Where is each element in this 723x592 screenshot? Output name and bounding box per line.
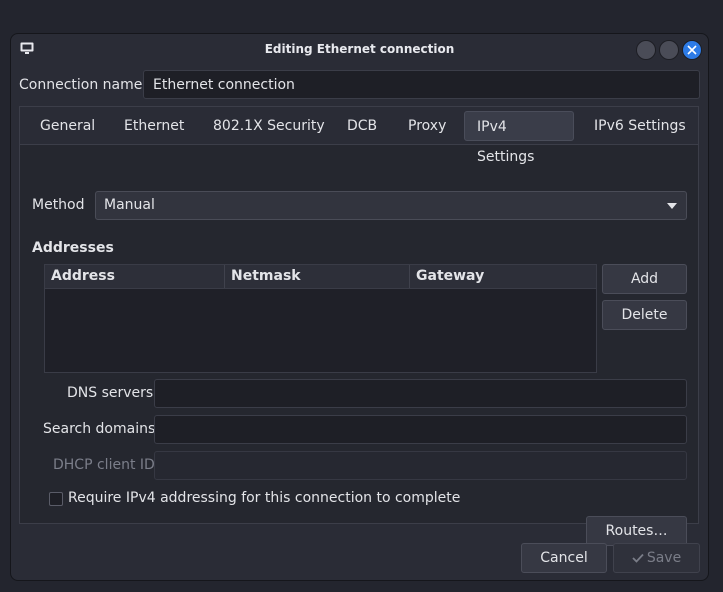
method-dropdown[interactable]: Manual: [95, 191, 687, 220]
minimize-button[interactable]: [636, 40, 656, 60]
dns-servers-label: DNS servers: [67, 385, 154, 401]
add-button[interactable]: Add: [602, 264, 687, 294]
tab-dcb[interactable]: DCB: [335, 111, 389, 141]
dialog-window: Editing Ethernet connection Connection n…: [10, 33, 709, 581]
tab-bar: General Ethernet 802.1X Security DCB Pro…: [20, 107, 698, 165]
search-domains-label: Search domains: [43, 421, 156, 437]
close-icon: [687, 45, 697, 55]
method-value: Manual: [104, 197, 155, 213]
delete-button[interactable]: Delete: [602, 300, 687, 330]
tab-panel: General Ethernet 802.1X Security DCB Pro…: [19, 106, 699, 546]
search-domains-input[interactable]: [154, 415, 687, 444]
tab-ipv6-settings[interactable]: IPv6 Settings: [582, 111, 698, 141]
dhcp-client-id-input: [154, 451, 687, 480]
table-header: Address Netmask Gateway: [45, 265, 596, 289]
save-button: Save: [613, 543, 700, 573]
column-header-address[interactable]: Address: [45, 265, 225, 288]
routes-button[interactable]: Routes…: [586, 516, 687, 546]
column-header-netmask[interactable]: Netmask: [225, 265, 410, 288]
connection-name-input[interactable]: [143, 70, 700, 99]
column-header-gateway[interactable]: Gateway: [410, 265, 596, 288]
tab-ethernet[interactable]: Ethernet: [112, 111, 196, 141]
cancel-button[interactable]: Cancel: [521, 543, 607, 573]
close-button[interactable]: [682, 40, 702, 60]
tab-general[interactable]: General: [28, 111, 107, 141]
method-label: Method: [32, 197, 85, 213]
require-ipv4-label[interactable]: Require IPv4 addressing for this connect…: [68, 490, 460, 506]
tab-ipv4-settings[interactable]: IPv4 Settings: [464, 111, 574, 165]
dhcp-client-id-label: DHCP client ID: [53, 457, 155, 473]
dns-servers-input[interactable]: [154, 379, 687, 408]
checkmark-icon: [632, 553, 644, 563]
tab-proxy[interactable]: Proxy: [396, 111, 458, 141]
save-label: Save: [646, 550, 682, 566]
title-bar: Editing Ethernet connection: [11, 34, 708, 66]
connection-name-label: Connection name: [19, 77, 143, 93]
tab-8021x-security[interactable]: 802.1X Security: [201, 111, 337, 141]
addresses-heading: Addresses: [32, 240, 114, 256]
chevron-down-icon: [667, 203, 677, 209]
addresses-table[interactable]: Address Netmask Gateway: [44, 264, 597, 373]
window-title: Editing Ethernet connection: [264, 42, 455, 56]
require-ipv4-checkbox[interactable]: [49, 492, 63, 506]
maximize-button[interactable]: [659, 40, 679, 60]
